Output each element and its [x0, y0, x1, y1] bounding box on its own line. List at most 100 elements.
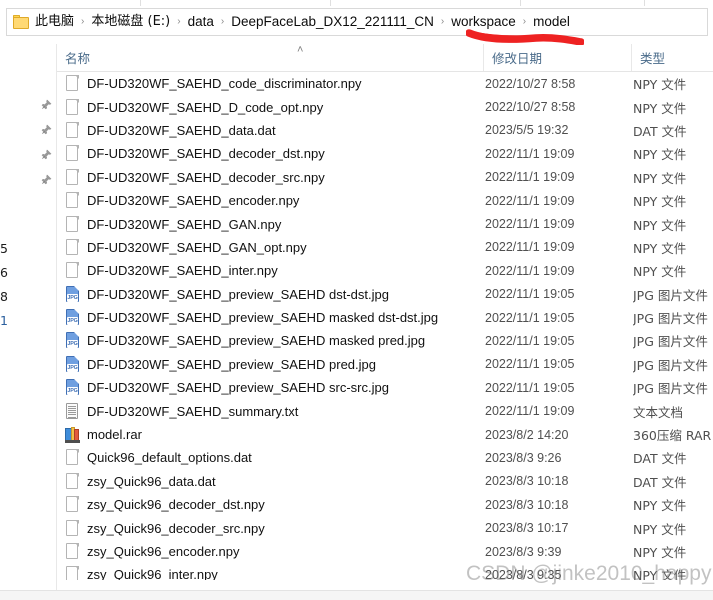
file-type-cell: NPY 文件: [633, 100, 687, 116]
pin-icon[interactable]: [40, 173, 52, 185]
file-name-cell[interactable]: JPG DF-UD320WF_SAEHD_preview_SAEHD masked…: [65, 306, 485, 329]
file-name-cell[interactable]: JPG DF-UD320WF_SAEHD_preview_SAEHD masked…: [65, 329, 485, 352]
file-date-cell: 2022/10/27 8:58: [485, 100, 576, 115]
file-row[interactable]: JPG DF-UD320WF_SAEHD_preview_SAEHD masked…: [57, 329, 713, 352]
file-name-cell[interactable]: zsy_Quick96_decoder_src.npy: [65, 516, 485, 539]
file-type-cell: NPY 文件: [633, 498, 687, 514]
jpg-file-icon: JPG: [65, 309, 80, 326]
column-header-name[interactable]: 名称: [57, 44, 483, 71]
file-type-cell: DAT 文件: [633, 474, 687, 490]
blank-file-icon: [65, 75, 80, 92]
file-row[interactable]: DF-UD320WF_SAEHD_inter.npy 2022/11/1 19:0…: [57, 259, 713, 282]
breadcrumb-item-4[interactable]: workspace: [450, 12, 517, 32]
jpg-file-icon: JPG: [65, 355, 80, 373]
file-row[interactable]: JPG DF-UD320WF_SAEHD_preview_SAEHD src-sr…: [57, 376, 713, 399]
file-name-label: DF-UD320WF_SAEHD_summary.txt: [87, 403, 299, 419]
file-name-cell[interactable]: DF-UD320WF_SAEHD_code_discriminator.npy: [65, 72, 485, 95]
file-name-cell[interactable]: DF-UD320WF_SAEHD_data.dat: [65, 119, 485, 142]
breadcrumb-item-2[interactable]: data: [187, 12, 215, 32]
file-row[interactable]: zsy_Quick96_inter.npy 2023/8/3 9:35 NPY 文件: [57, 563, 713, 580]
file-row[interactable]: JPG DF-UD320WF_SAEHD_preview_SAEHD masked…: [57, 306, 713, 329]
file-name-cell[interactable]: Quick96_default_options.dat: [65, 446, 485, 469]
file-name-label: DF-UD320WF_SAEHD_code_discriminator.npy: [87, 76, 362, 92]
file-name-cell[interactable]: DF-UD320WF_SAEHD_GAN.npy: [65, 212, 485, 235]
breadcrumb-separator: ›: [440, 16, 445, 27]
nav-item-fragment[interactable]: 5: [0, 241, 8, 256]
nav-item-fragment[interactable]: 1: [0, 313, 8, 328]
file-list[interactable]: DF-UD320WF_SAEHD_code_discriminator.npy 2…: [57, 72, 713, 580]
column-header-type[interactable]: 类型: [631, 44, 713, 71]
column-header-name-label: 名称: [65, 51, 91, 66]
file-row[interactable]: DF-UD320WF_SAEHD_decoder_dst.npy 2022/11/…: [57, 142, 713, 165]
pin-icon[interactable]: [40, 123, 52, 135]
file-name-cell[interactable]: DF-UD320WF_SAEHD_decoder_src.npy: [65, 166, 485, 189]
file-name-cell[interactable]: zsy_Quick96_data.dat: [65, 470, 485, 493]
file-type-cell: NPY 文件: [633, 77, 687, 93]
file-date-cell: 2022/11/1 19:09: [485, 217, 575, 232]
file-name-cell[interactable]: zsy_Quick96_decoder_dst.npy: [65, 493, 485, 516]
file-name-label: DF-UD320WF_SAEHD_preview_SAEHD masked pr…: [87, 333, 426, 349]
file-row[interactable]: zsy_Quick96_decoder_src.npy 2023/8/3 10:1…: [57, 516, 713, 539]
file-name-cell[interactable]: JPG DF-UD320WF_SAEHD_preview_SAEHD dst-ds…: [65, 283, 485, 306]
file-date-cell: 2023/8/3 9:35: [485, 567, 562, 580]
file-type-cell: JPG 图片文件: [633, 287, 708, 303]
file-type-cell: NPY 文件: [633, 545, 687, 560]
file-name-cell[interactable]: DF-UD320WF_SAEHD_encoder.npy: [65, 189, 485, 212]
file-date-cell: 2022/11/1 19:09: [485, 170, 575, 185]
file-row[interactable]: DF-UD320WF_SAEHD_D_code_opt.npy 2022/10/2…: [57, 95, 713, 118]
text-file-icon: [65, 402, 80, 420]
file-row[interactable]: JPG DF-UD320WF_SAEHD_preview_SAEHD pred.j…: [57, 353, 713, 376]
file-row[interactable]: model.rar 2023/8/2 14:20 360压缩 RAR 文: [57, 423, 713, 446]
file-row[interactable]: zsy_Quick96_encoder.npy 2023/8/3 9:39 NPY …: [57, 540, 713, 563]
file-row[interactable]: DF-UD320WF_SAEHD_data.dat 2023/5/5 19:32 D…: [57, 119, 713, 142]
file-name-label: DF-UD320WF_SAEHD_preview_SAEHD masked ds…: [87, 310, 439, 326]
breadcrumb-item-5[interactable]: model: [532, 12, 571, 32]
file-row[interactable]: DF-UD320WF_SAEHD_code_discriminator.npy 2…: [57, 72, 713, 95]
column-header-type-label: 类型: [640, 51, 666, 66]
file-type-cell: NPY 文件: [633, 240, 687, 256]
file-name-label: DF-UD320WF_SAEHD_data.dat: [87, 122, 276, 138]
file-name-cell[interactable]: DF-UD320WF_SAEHD_GAN_opt.npy: [65, 236, 485, 259]
nav-item-fragment[interactable]: 8: [0, 289, 8, 304]
file-date-cell: 2023/5/5 19:32: [485, 123, 569, 138]
file-date-cell: 2022/11/1 19:05: [485, 287, 575, 302]
nav-item-fragment[interactable]: 6: [0, 265, 8, 280]
file-row[interactable]: DF-UD320WF_SAEHD_summary.txt 2022/11/1 19…: [57, 399, 713, 422]
file-name-cell[interactable]: JPG DF-UD320WF_SAEHD_preview_SAEHD src-sr…: [65, 376, 485, 399]
breadcrumb-separator: ›: [220, 16, 225, 27]
jpg-file-icon: JPG: [65, 285, 80, 303]
file-row[interactable]: zsy_Quick96_data.dat 2023/8/3 10:18 DAT 文件: [57, 470, 713, 493]
pin-icon[interactable]: [40, 98, 52, 110]
breadcrumb-item-3[interactable]: DeepFaceLab_DX12_221111_CN: [230, 12, 435, 32]
file-name-cell[interactable]: zsy_Quick96_encoder.npy: [65, 540, 485, 563]
file-row[interactable]: DF-UD320WF_SAEHD_GAN.npy 2022/11/1 19:09 N…: [57, 212, 713, 235]
file-row[interactable]: Quick96_default_options.dat 2023/8/3 9:26…: [57, 446, 713, 469]
address-bar[interactable]: 此电脑 › 本地磁盘 (E:) › data › DeepFaceLab_DX12_2211…: [6, 8, 708, 36]
file-name-label: DF-UD320WF_SAEHD_preview_SAEHD dst-dst.j…: [87, 286, 389, 302]
file-name-cell[interactable]: DF-UD320WF_SAEHD_D_code_opt.npy: [65, 95, 485, 118]
navigation-pane[interactable]: 5681s (C:)(D:): [0, 44, 57, 600]
file-type-cell: NPY 文件: [633, 217, 687, 233]
file-row[interactable]: JPG DF-UD320WF_SAEHD_preview_SAEHD dst-ds…: [57, 283, 713, 306]
file-name-cell[interactable]: DF-UD320WF_SAEHD_summary.txt: [65, 399, 485, 422]
file-name-cell[interactable]: zsy_Quick96_inter.npy: [65, 563, 485, 580]
file-row[interactable]: zsy_Quick96_decoder_dst.npy 2023/8/3 10:1…: [57, 493, 713, 516]
file-date-cell: 2023/8/2 14:20: [485, 427, 569, 442]
file-row[interactable]: DF-UD320WF_SAEHD_GAN_opt.npy 2022/11/1 19…: [57, 236, 713, 259]
file-name-cell[interactable]: model.rar: [65, 423, 485, 446]
file-name-cell[interactable]: DF-UD320WF_SAEHD_inter.npy: [65, 259, 485, 282]
blank-file-icon: [65, 145, 80, 162]
file-row[interactable]: DF-UD320WF_SAEHD_encoder.npy 2022/11/1 19…: [57, 189, 713, 212]
blank-file-icon: [65, 262, 80, 279]
breadcrumb-item-0[interactable]: 此电脑: [34, 12, 75, 32]
file-name-cell[interactable]: DF-UD320WF_SAEHD_decoder_dst.npy: [65, 142, 485, 165]
status-bar: [0, 590, 713, 600]
column-header-date-modified[interactable]: 修改日期: [483, 44, 631, 71]
file-name-cell[interactable]: JPG DF-UD320WF_SAEHD_preview_SAEHD pred.j…: [65, 353, 485, 376]
breadcrumb-item-1[interactable]: 本地磁盘 (E:): [90, 12, 171, 32]
file-row[interactable]: DF-UD320WF_SAEHD_decoder_src.npy 2022/11/…: [57, 166, 713, 189]
file-type-cell: NPY 文件: [633, 170, 687, 186]
blank-file-icon: [65, 566, 80, 580]
pin-icon[interactable]: [40, 148, 52, 160]
file-type-cell: 360压缩 RAR 文: [633, 428, 713, 444]
